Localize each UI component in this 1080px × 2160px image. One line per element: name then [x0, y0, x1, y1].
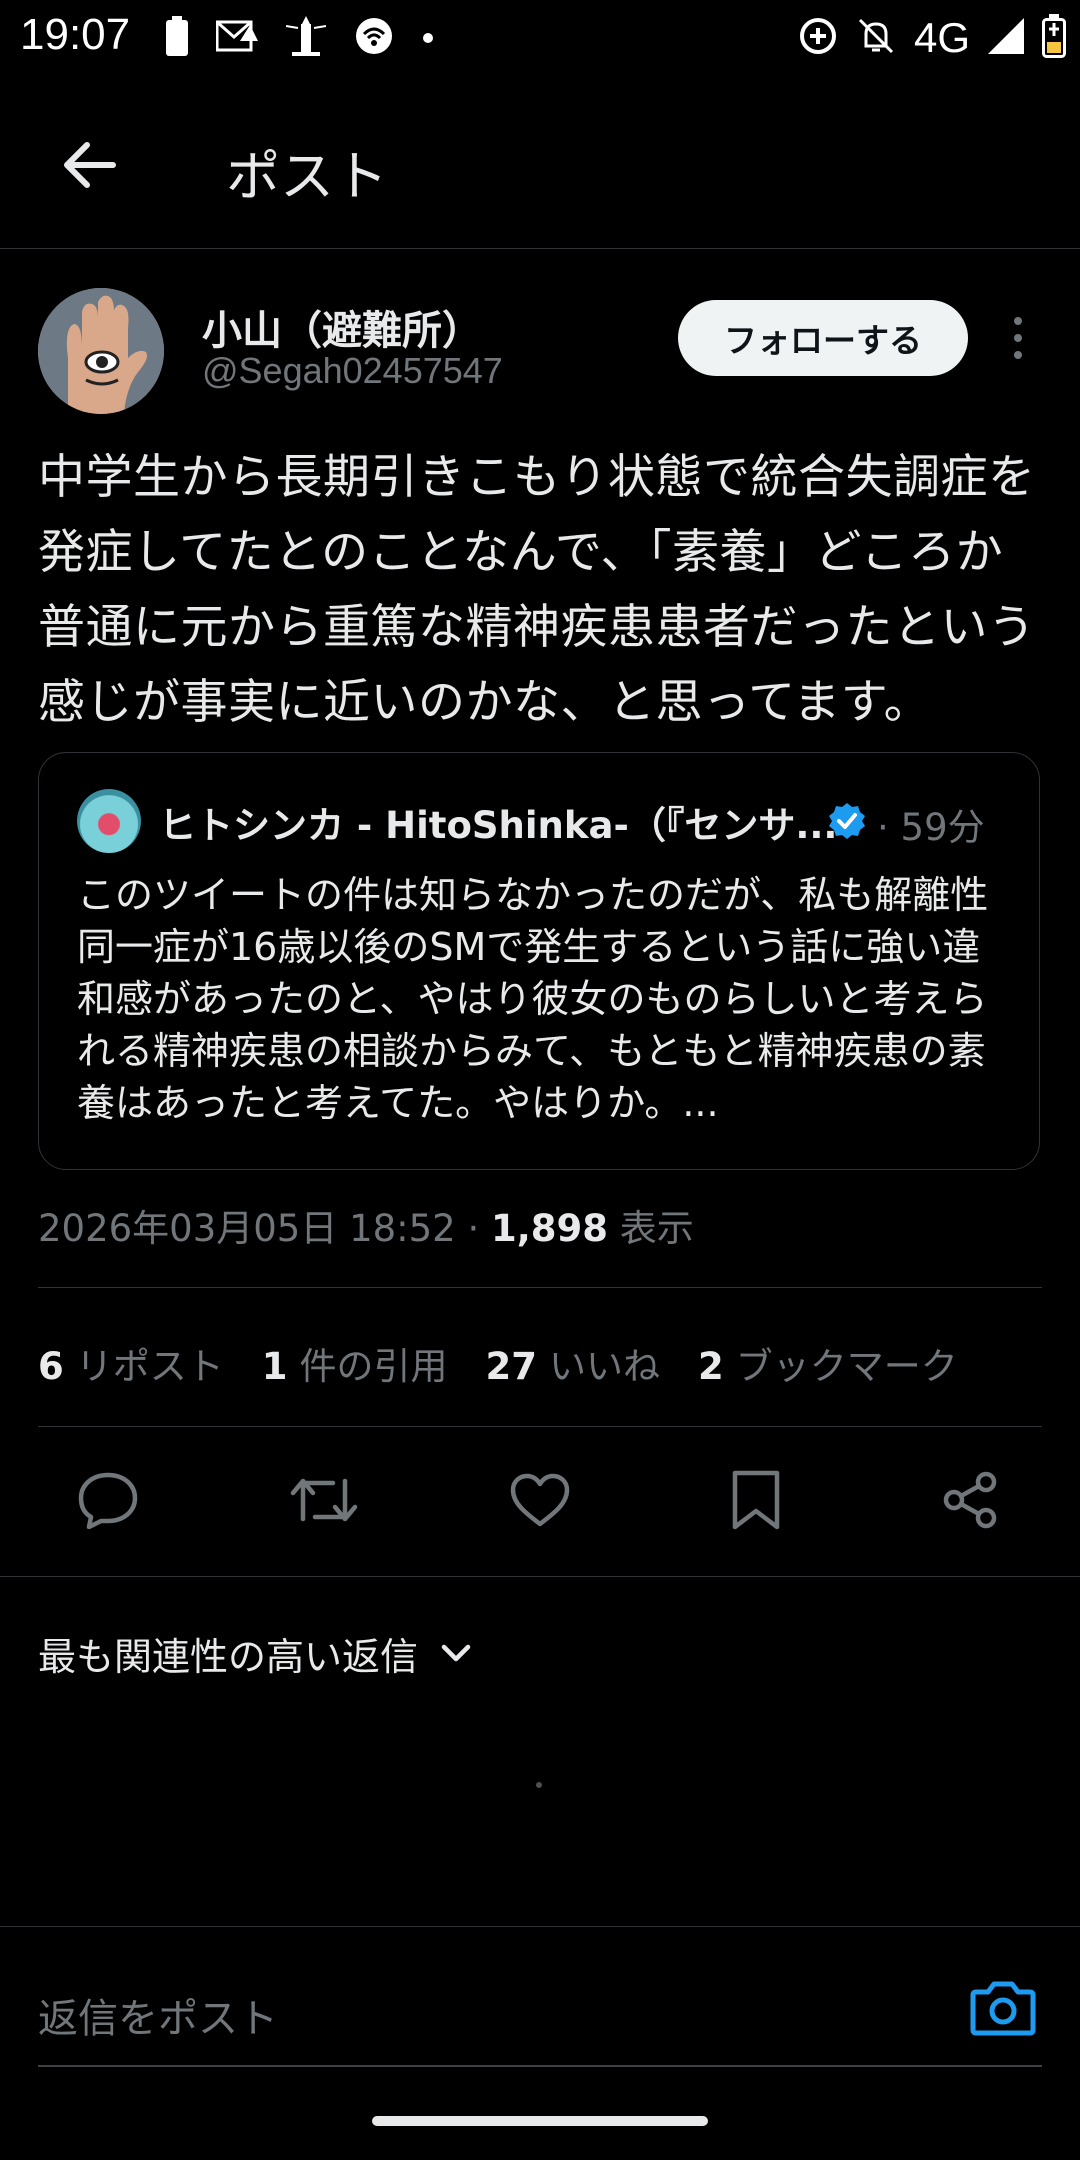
top-app-bar: ポスト: [0, 100, 1080, 249]
share-button[interactable]: [930, 1460, 1010, 1540]
camera-icon: [970, 1981, 1036, 2036]
page-title: ポスト: [226, 145, 388, 208]
reply-input[interactable]: 返信をポスト: [38, 1986, 278, 2044]
replies-sort-dropdown[interactable]: 最も関連性の高い返信: [38, 1626, 472, 1681]
stat-reposts[interactable]: 6 リポスト: [38, 1336, 224, 1390]
dot-icon: [422, 29, 434, 48]
bookmark-icon: [732, 1470, 780, 1530]
divider: [38, 1426, 1042, 1427]
status-time: 19:07: [20, 10, 131, 59]
post-timestamp-views: 2026年03月05日 18:52 · 1,898 表示: [38, 1198, 694, 1252]
divider: [38, 1287, 1042, 1288]
chevron-down-icon: [441, 1644, 471, 1661]
stat-bookmarks[interactable]: 2 ブックマーク: [698, 1336, 958, 1390]
signal-icon: [988, 18, 1024, 58]
bell-off-icon: [856, 16, 896, 60]
arrow-left-icon: [64, 142, 116, 188]
author-handle[interactable]: @Segah02457547: [202, 350, 503, 392]
replies-sort-label: 最も関連性の高い返信: [38, 1635, 419, 1679]
stat-quotes[interactable]: 1 件の引用: [262, 1336, 448, 1390]
network-type: 4G: [913, 14, 970, 61]
lighthouse-icon: [285, 14, 327, 62]
quoted-post-card[interactable]: ヒトシンカ - HitoShinka-（『センサ... · 59分 このツイート…: [38, 752, 1040, 1170]
reply-composer: 返信をポスト: [0, 1928, 1080, 2068]
post-body: 中学生から長期引きこもり状態で統合失調症を発症してたとのことなんで、「素養」どこ…: [38, 450, 1036, 730]
follow-button[interactable]: フォローする: [678, 300, 968, 376]
reply-icon: [78, 1472, 138, 1529]
post-timestamp: 2026年03月05日 18:52 ·: [38, 1207, 491, 1250]
views-count[interactable]: 1,898: [491, 1207, 608, 1250]
author-avatar[interactable]: [38, 288, 164, 414]
camera-button[interactable]: [970, 1980, 1036, 2040]
hand-eye-avatar-icon: [38, 288, 164, 414]
quoted-post-text: このツイートの件は知らなかったのだが、私も解離性同一症が16歳以後のSMで発生す…: [77, 873, 989, 1125]
bookmark-button[interactable]: [716, 1460, 796, 1540]
back-button[interactable]: [54, 130, 124, 200]
verified-badge-icon: [829, 803, 865, 839]
loading-indicator: [536, 1782, 542, 1788]
more-vertical-icon: [1014, 317, 1022, 325]
reply-button[interactable]: [68, 1460, 148, 1540]
stat-likes[interactable]: 27 いいね: [486, 1336, 661, 1390]
quoted-author-avatar: [77, 789, 141, 853]
quoted-author-name: ヒトシンカ - HitoShinka-（『センサ...: [159, 804, 838, 847]
engagement-stats: 6 リポスト 1 件の引用 27 いいね 2 ブックマーク: [38, 1336, 958, 1390]
mail-alert-icon: [215, 19, 258, 57]
divider: [0, 1576, 1080, 1577]
divider: [0, 1926, 1080, 1927]
share-icon: [943, 1471, 997, 1529]
battery-icon: [166, 16, 188, 60]
more-options-button[interactable]: [1000, 306, 1036, 370]
battery-charging-icon: [1042, 14, 1066, 62]
status-bar: 19:07 4G: [0, 0, 1080, 76]
hotspot-icon: [354, 18, 394, 58]
action-bar: [0, 1460, 1080, 1580]
quoted-post-time: · 59分: [877, 806, 985, 849]
like-button[interactable]: [500, 1460, 580, 1540]
author-name[interactable]: 小山（避難所）: [202, 298, 482, 356]
reply-input-underline: [38, 2065, 1042, 2067]
home-indicator[interactable]: [372, 2116, 708, 2126]
views-label: 表示: [608, 1207, 694, 1250]
repost-icon: [290, 1478, 358, 1522]
data-saver-icon: [798, 16, 838, 60]
repost-button[interactable]: [284, 1460, 364, 1540]
heart-icon: [510, 1473, 570, 1527]
